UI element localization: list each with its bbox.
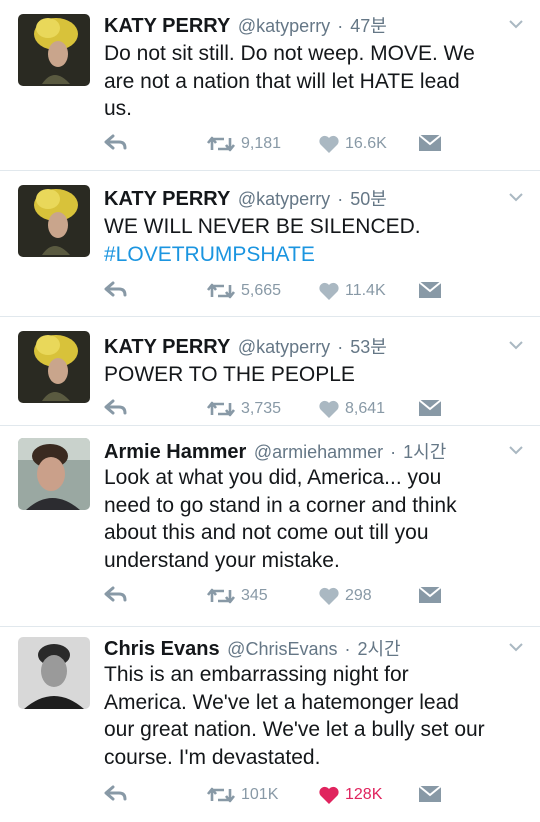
chevron-down-icon[interactable] <box>508 189 524 205</box>
reply-button[interactable] <box>104 399 133 417</box>
retweet-button[interactable]: 9,181 <box>206 134 281 154</box>
tweet-actions: 5,665 11.4K <box>104 281 524 305</box>
retweet-count: 3,735 <box>241 400 282 417</box>
user-handle[interactable]: @armiehammer <box>254 442 383 462</box>
like-icon <box>319 135 339 153</box>
direct-message-icon <box>418 399 442 416</box>
chevron-down-icon[interactable] <box>508 639 524 655</box>
tweet-header: Armie Hammer @armiehammer · 1시간 <box>104 441 447 463</box>
reply-icon <box>104 134 127 150</box>
avatar-katy-perry[interactable] <box>18 14 90 86</box>
tweet-2[interactable]: KATY PERRY @katyperry · 50분 WE WILL NEVE… <box>0 171 540 316</box>
direct-message-button[interactable] <box>418 281 447 299</box>
like-button[interactable]: 11.4K <box>318 281 386 301</box>
tweet-text: Look at what you did, America... you nee… <box>104 466 457 572</box>
reply-button[interactable] <box>104 586 133 604</box>
tweet-actions: 345 298 <box>104 586 524 610</box>
reply-icon <box>104 586 127 602</box>
reply-icon <box>104 399 127 415</box>
like-button[interactable]: 128K <box>318 785 382 805</box>
tweet-1[interactable]: KATY PERRY @katyperry · 47분 Do not sit s… <box>0 0 540 170</box>
chevron-down-icon[interactable] <box>508 337 524 353</box>
direct-message-button[interactable] <box>418 586 447 604</box>
retweet-icon <box>206 136 236 152</box>
display-name[interactable]: KATY PERRY <box>104 188 230 210</box>
timestamp[interactable]: 53분 <box>350 337 387 357</box>
timestamp[interactable]: 47분 <box>350 16 387 36</box>
display-name[interactable]: Chris Evans <box>104 638 220 660</box>
reply-button[interactable] <box>104 281 133 299</box>
user-handle[interactable]: @katyperry <box>238 16 330 36</box>
retweet-button[interactable]: 5,665 <box>206 281 281 301</box>
tweet-header: KATY PERRY @katyperry · 53분 <box>104 336 387 358</box>
tweet-actions: 3,735 8,641 <box>104 399 524 423</box>
retweet-icon <box>206 401 236 417</box>
direct-message-button[interactable] <box>418 785 447 803</box>
like-count: 16.6K <box>345 135 387 152</box>
retweet-icon <box>206 787 236 803</box>
reply-icon <box>104 281 127 297</box>
chevron-down-icon[interactable] <box>508 442 524 458</box>
tweet-3[interactable]: KATY PERRY @katyperry · 53분 POWER TO THE… <box>0 317 540 425</box>
direct-message-button[interactable] <box>418 134 447 152</box>
direct-message-icon <box>418 281 442 298</box>
avatar-katy-perry[interactable] <box>18 185 90 257</box>
like-count: 128K <box>345 786 383 803</box>
display-name[interactable]: KATY PERRY <box>104 336 230 358</box>
like-count: 298 <box>345 587 372 604</box>
direct-message-icon <box>418 785 442 802</box>
tweet-text: This is an embarrassing night for Americ… <box>104 663 485 769</box>
tweet-actions: 9,181 16.6K <box>104 134 524 158</box>
tweet-header: Chris Evans @ChrisEvans · 2시간 <box>104 638 401 660</box>
user-handle[interactable]: @katyperry <box>238 337 330 357</box>
like-count: 8,641 <box>345 400 386 417</box>
retweet-button[interactable]: 345 <box>206 586 268 606</box>
retweet-count: 101K <box>241 786 279 803</box>
direct-message-icon <box>418 134 442 151</box>
retweet-icon <box>206 283 236 299</box>
hashtag-link[interactable]: #LOVETRUMPSHATE <box>104 241 524 269</box>
retweet-button[interactable]: 3,735 <box>206 399 281 419</box>
tweet-text: WE WILL NEVER BE SILENCED. #LOVETRUMPSHA… <box>104 213 524 268</box>
direct-message-icon <box>418 586 442 603</box>
like-count: 11.4K <box>345 282 386 299</box>
reply-button[interactable] <box>104 785 133 803</box>
direct-message-button[interactable] <box>418 399 447 417</box>
display-name[interactable]: Armie Hammer <box>104 441 246 463</box>
like-button[interactable]: 8,641 <box>318 399 385 419</box>
like-button[interactable]: 16.6K <box>318 134 387 154</box>
tweet-actions: 101K 128K <box>104 785 524 809</box>
chevron-down-icon[interactable] <box>508 16 524 32</box>
timestamp[interactable]: 50분 <box>350 189 387 209</box>
reply-button[interactable] <box>104 134 133 152</box>
tweet-text: Do not sit still. Do not weep. MOVE. We … <box>104 42 475 120</box>
timestamp[interactable]: 1시간 <box>403 442 446 462</box>
retweet-button[interactable]: 101K <box>206 785 278 805</box>
display-name[interactable]: KATY PERRY <box>104 15 230 37</box>
timestamp[interactable]: 2시간 <box>357 639 400 659</box>
like-icon <box>319 400 339 418</box>
tweet-text: POWER TO THE PEOPLE <box>104 363 355 386</box>
user-handle[interactable]: @ChrisEvans <box>227 639 337 659</box>
retweet-count: 5,665 <box>241 282 282 299</box>
like-icon <box>319 786 339 804</box>
user-handle[interactable]: @katyperry <box>238 189 330 209</box>
tweet-header: KATY PERRY @katyperry · 47분 <box>104 15 387 37</box>
tweet-header: KATY PERRY @katyperry · 50분 <box>104 188 387 210</box>
like-icon <box>319 282 339 300</box>
like-button[interactable]: 298 <box>318 586 372 606</box>
avatar-chris-evans[interactable] <box>18 637 90 709</box>
tweet-5[interactable]: Chris Evans @ChrisEvans · 2시간 This is an… <box>0 627 540 822</box>
tweet-4[interactable]: Armie Hammer @armiehammer · 1시간 Look at … <box>0 426 540 626</box>
retweet-count: 345 <box>241 587 268 604</box>
retweet-count: 9,181 <box>241 135 282 152</box>
like-icon <box>319 587 339 605</box>
avatar-katy-perry[interactable] <box>18 331 90 403</box>
avatar-armie-hammer[interactable] <box>18 438 90 510</box>
retweet-icon <box>206 588 236 604</box>
reply-icon <box>104 785 127 801</box>
